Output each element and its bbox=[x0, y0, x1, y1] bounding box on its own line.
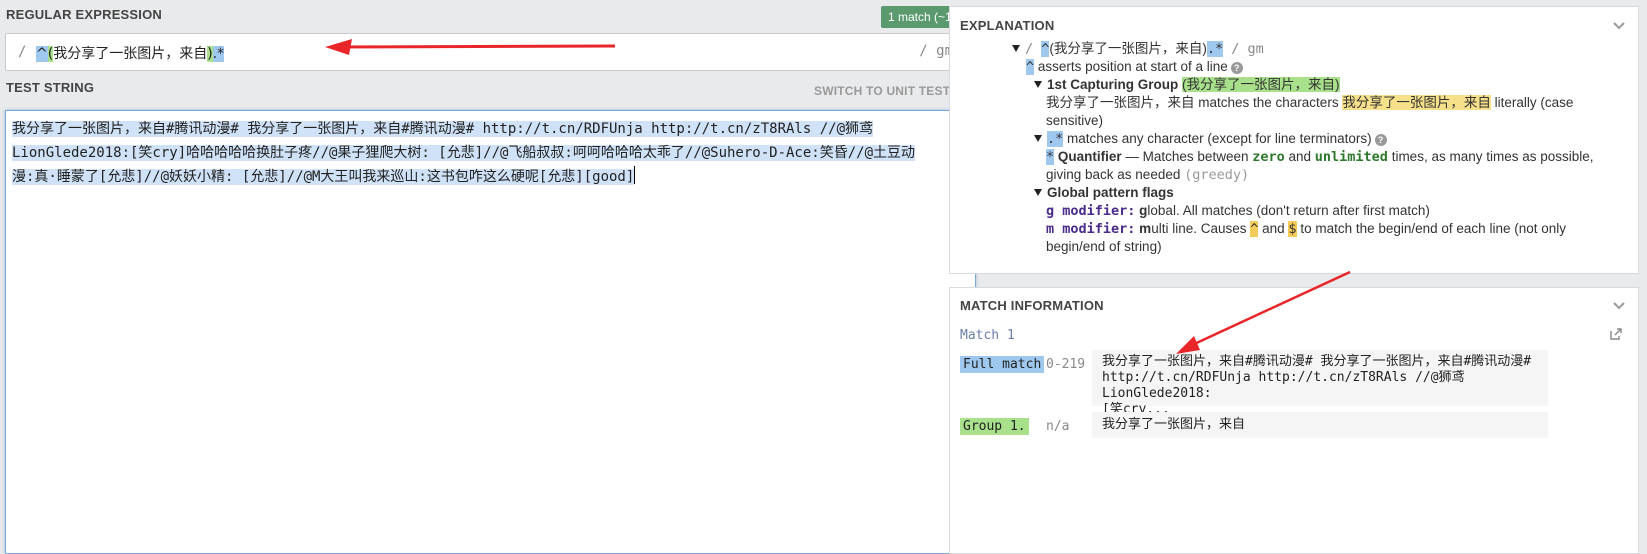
chevron-down-icon[interactable] bbox=[1612, 299, 1626, 313]
expl-group-token: (我分享了一张图片，来自) bbox=[1049, 41, 1207, 56]
test-string-line: LionGlede2018:[笑cry]哈哈哈哈哈换肚子疼//@果子狸爬大树: … bbox=[12, 145, 916, 161]
expl-quant-unlimited: unlimited bbox=[1314, 149, 1388, 165]
collapse-triangle-icon[interactable] bbox=[1034, 81, 1042, 88]
expl-flags: / gm bbox=[1223, 41, 1264, 57]
expl-quant-token: * bbox=[1046, 149, 1055, 165]
match-information-panel: MATCH INFORMATION Match 1 Full match 0-2… bbox=[949, 287, 1639, 554]
full-match-value-line: http://t.cn/RDFUnja http://t.cn/zT8RAls … bbox=[1102, 370, 1465, 401]
regex-flags-text: / gm bbox=[919, 43, 953, 59]
explanation-group-desc-2: sensitive) bbox=[1046, 112, 1647, 130]
expl-caret-desc: asserts position at start of a line bbox=[1034, 59, 1228, 74]
share-icon[interactable] bbox=[1610, 328, 1622, 340]
expl-m-modifier: m modifier: bbox=[1046, 221, 1136, 237]
text-caret bbox=[634, 166, 636, 184]
explanation-flag-m: m modifier: multi line. Causes ^ and $ t… bbox=[1046, 220, 1647, 238]
explanation-flag-g: g modifier: global. All matches (don't r… bbox=[1046, 202, 1647, 220]
group-1-value[interactable]: 我分享了一张图片，来自 bbox=[1092, 412, 1548, 438]
expl-quant-desc1: — Matches between bbox=[1121, 149, 1253, 164]
switch-to-unit-tests-label: SWITCH TO UNIT TESTS bbox=[814, 84, 959, 98]
expl-m-and: and bbox=[1258, 221, 1289, 236]
test-string-input[interactable]: 我分享了一张图片，来自#腾讯动漫# 我分享了一张图片，来自#腾讯动漫# http… bbox=[5, 110, 976, 554]
regex-token-caret: ^ bbox=[36, 46, 48, 62]
expl-group-matches: matches the characters bbox=[1194, 95, 1343, 110]
expl-group-token-full: (我分享了一张图片，来自) bbox=[1182, 77, 1340, 92]
regex-pattern[interactable]: ^(我分享了一张图片，来自).* bbox=[36, 43, 225, 63]
expl-quant-zero: zero bbox=[1252, 149, 1285, 165]
expl-group-title: 1st Capturing Group bbox=[1047, 77, 1179, 92]
regex-input[interactable]: / ^(我分享了一张图片，来自).* / gm bbox=[5, 33, 976, 71]
collapse-triangle-icon[interactable] bbox=[1012, 45, 1020, 52]
explanation-dotstar: .* matches any character (except for lin… bbox=[1034, 130, 1647, 148]
regex-token-dotstar: .* bbox=[212, 46, 225, 62]
expl-m-line2: begin/end of string) bbox=[1046, 239, 1162, 254]
explanation-flags: Global pattern flags bbox=[1034, 184, 1647, 202]
regex-token-group-body: 我分享了一张图片，来自 bbox=[53, 46, 208, 62]
test-string-line: 我分享了一张图片，来自#腾讯动漫# 我分享了一张图片，来自#腾讯动漫# http… bbox=[12, 121, 874, 137]
expl-quant-line2: giving back as needed bbox=[1046, 167, 1185, 182]
collapse-triangle-icon[interactable] bbox=[1034, 189, 1042, 196]
collapse-triangle-icon[interactable] bbox=[1034, 135, 1042, 142]
expl-group-tail2: sensitive) bbox=[1046, 113, 1104, 128]
test-string-text[interactable]: 我分享了一张图片，来自#腾讯动漫# 我分享了一张图片，来自#腾讯动漫# http… bbox=[12, 117, 970, 189]
expl-group-literal-hl: 我分享了一张图片，来自 bbox=[1342, 95, 1491, 110]
expl-quant-desc2: times, as many times as possible, bbox=[1387, 149, 1594, 164]
explanation-group-desc: 我分享了一张图片，来自 matches the characters 我分享了一… bbox=[1046, 94, 1647, 112]
full-match-value[interactable]: 我分享了一张图片，来自#腾讯动漫# 我分享了一张图片，来自#腾讯动漫# http… bbox=[1092, 350, 1548, 417]
explanation-root: / ^(我分享了一张图片，来自).* / gm bbox=[1012, 40, 1642, 58]
test-string-section-title: TEST STRING bbox=[6, 80, 95, 95]
switch-to-unit-tests-link[interactable]: SWITCH TO UNIT TESTS ▸ bbox=[814, 84, 967, 98]
full-match-range: 0-219 bbox=[1046, 357, 1086, 372]
full-match-label: Full match bbox=[960, 356, 1045, 373]
expl-g-modifier: g modifier: bbox=[1046, 203, 1136, 219]
expl-delim: / bbox=[1025, 41, 1042, 57]
regex-editor-panel: REGULAR EXPRESSION 1 match (~1ms) / ^(我分… bbox=[0, 0, 985, 554]
help-icon[interactable]: ? bbox=[1374, 134, 1387, 146]
expl-dot-token: .* bbox=[1047, 131, 1064, 147]
explanation-tree: / ^(我分享了一张图片，来自).* / gm ^ asserts positi… bbox=[1000, 40, 1630, 256]
expl-m-desc2: to match the begin/end of each line (not… bbox=[1296, 221, 1566, 236]
explanation-title: EXPLANATION bbox=[960, 18, 1055, 33]
expl-group-tail: literally (case bbox=[1490, 95, 1574, 110]
expl-m-desc1: ulti line. Causes bbox=[1151, 221, 1251, 236]
expl-dotstar-token: .* bbox=[1206, 41, 1224, 57]
explanation-flag-m-2: begin/end of string) bbox=[1046, 238, 1647, 256]
regex-open-delimiter: / bbox=[18, 44, 27, 60]
expl-quant-greedy: (greedy) bbox=[1184, 167, 1250, 183]
help-icon[interactable]: ? bbox=[1230, 62, 1243, 74]
full-match-value-line: 我分享了一张图片，来自#腾讯动漫# 我分享了一张图片，来自#腾讯动漫# bbox=[1102, 354, 1532, 369]
group-1-range: n/a bbox=[1046, 419, 1070, 434]
explanation-quantifier: * Quantifier — Matches between zero and … bbox=[1046, 148, 1647, 166]
match-1-label[interactable]: Match 1 bbox=[960, 328, 1015, 343]
expl-g-desc: lobal. All matches (don't return after f… bbox=[1147, 203, 1430, 218]
expl-flags-title: Global pattern flags bbox=[1047, 185, 1174, 200]
expl-caret: ^ bbox=[1026, 59, 1035, 75]
expl-quant-title: Quantifier bbox=[1054, 149, 1122, 164]
match-info-title: MATCH INFORMATION bbox=[960, 298, 1104, 313]
regex-token-group-close: ) bbox=[207, 46, 213, 62]
explanation-caret: ^ asserts position at start of a line? bbox=[1026, 58, 1647, 76]
chevron-down-icon[interactable] bbox=[1612, 19, 1626, 33]
explanation-group: 1st Capturing Group (我分享了一张图片，来自) bbox=[1034, 76, 1647, 94]
test-string-line: 漫:真·睡蒙了[允悲]//@妖妖小精: [允悲]//@M大王叫我来巡山:这书包咋… bbox=[12, 169, 635, 185]
expl-dot-desc: matches any character (except for line t… bbox=[1063, 131, 1372, 146]
expl-m-bold: m bbox=[1139, 221, 1152, 236]
group-1-label: Group 1. bbox=[960, 418, 1029, 435]
explanation-quantifier-2: giving back as needed (greedy) bbox=[1046, 166, 1647, 184]
regex-section-title: REGULAR EXPRESSION bbox=[6, 7, 163, 22]
expl-quant-and: and bbox=[1284, 149, 1315, 164]
expl-m-dollar: $ bbox=[1288, 221, 1297, 237]
expl-group-literal: 我分享了一张图片，来自 bbox=[1046, 95, 1195, 110]
